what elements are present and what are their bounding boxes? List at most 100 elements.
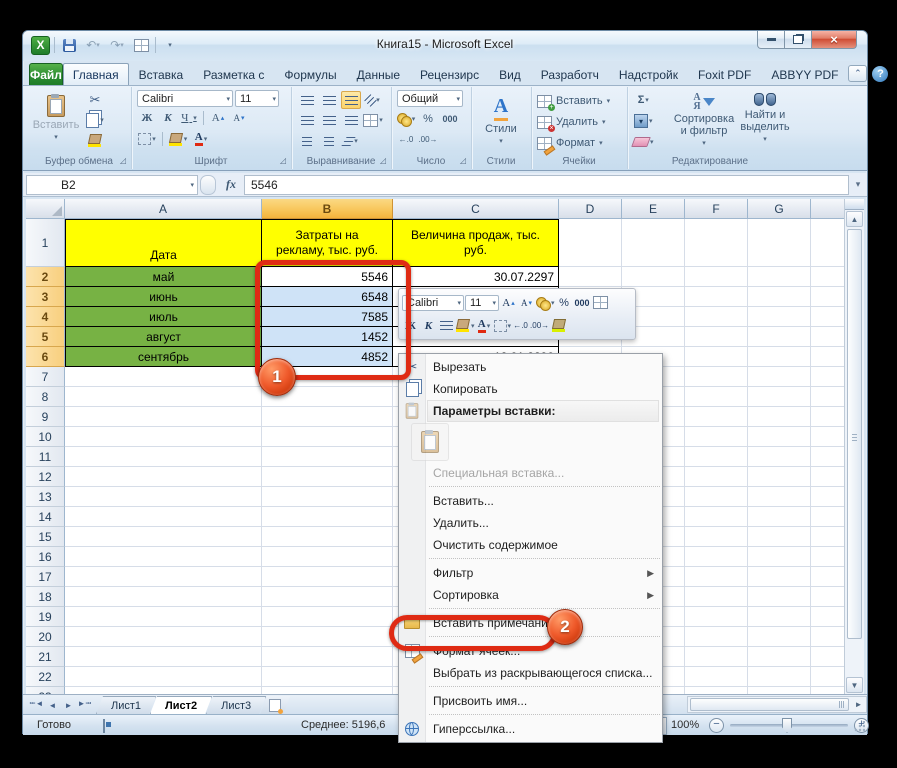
fill-color-button[interactable]: ▾ — [168, 130, 188, 148]
comma-style-button[interactable]: 000 — [440, 110, 460, 128]
cell[interactable] — [748, 427, 811, 447]
cell[interactable] — [811, 327, 846, 347]
cell[interactable] — [811, 527, 846, 547]
macro-record-button[interactable] — [103, 720, 105, 732]
cell[interactable] — [811, 487, 846, 507]
tab-file[interactable]: Файл — [29, 63, 63, 85]
restore-button[interactable] — [785, 31, 812, 49]
cell-A2[interactable]: май — [65, 267, 262, 287]
merge-center-button[interactable]: ▾ — [363, 111, 383, 129]
cell[interactable] — [811, 587, 846, 607]
column-header-E[interactable]: E — [622, 199, 685, 219]
tab-данные[interactable]: Данные — [347, 63, 410, 85]
cell-A4[interactable]: июль — [65, 307, 262, 327]
cell[interactable] — [811, 687, 846, 694]
cell[interactable] — [748, 307, 811, 327]
cell[interactable] — [748, 447, 811, 467]
cell[interactable] — [748, 667, 811, 687]
insert-cells-button[interactable]: Вставить▾ — [537, 92, 627, 110]
cell[interactable] — [685, 467, 748, 487]
row-header-10[interactable]: 10 — [26, 427, 65, 447]
mini-borders-button[interactable]: ▾ — [494, 317, 512, 334]
cell[interactable] — [748, 327, 811, 347]
cell[interactable] — [811, 287, 846, 307]
tab-рецензирс[interactable]: Рецензирс — [410, 63, 489, 85]
format-painter-button[interactable] — [85, 131, 105, 149]
cell[interactable] — [748, 347, 811, 367]
row-header-20[interactable]: 20 — [26, 627, 65, 647]
column-header-F[interactable]: F — [685, 199, 748, 219]
align-middle-button[interactable] — [319, 91, 339, 109]
cell[interactable] — [748, 407, 811, 427]
help-icon[interactable]: ? — [872, 66, 888, 82]
bold-button[interactable]: Ж — [137, 109, 157, 127]
next-sheet-button[interactable]: ► — [61, 698, 76, 712]
column-header-G[interactable]: G — [748, 199, 811, 219]
cell[interactable] — [748, 647, 811, 667]
cell[interactable] — [685, 367, 748, 387]
tab-формулы[interactable]: Формулы — [274, 63, 346, 85]
cell[interactable] — [811, 427, 846, 447]
cell[interactable] — [685, 527, 748, 547]
align-center-button[interactable] — [319, 111, 339, 129]
mini-format-painter-button[interactable] — [550, 317, 567, 334]
cell[interactable] — [811, 407, 846, 427]
cell[interactable] — [685, 567, 748, 587]
paste-button[interactable]: Вставить ▾ — [33, 91, 79, 153]
cell[interactable] — [811, 347, 846, 367]
zoom-handle[interactable] — [782, 718, 792, 733]
cell[interactable] — [685, 487, 748, 507]
row-header-15[interactable]: 15 — [26, 527, 65, 547]
zoom-level[interactable]: 100% — [671, 719, 699, 731]
cell[interactable] — [685, 407, 748, 427]
cell-A6[interactable]: сентябрь — [65, 347, 262, 367]
number-format-combo[interactable]: Общий▾ — [397, 90, 463, 107]
expand-formula-bar-icon[interactable]: ▾ — [849, 179, 867, 190]
cell[interactable] — [65, 647, 262, 667]
increase-indent-button[interactable] — [319, 132, 339, 150]
cell-styles-button[interactable]: А Стили ▾ — [479, 91, 523, 153]
context-menu-item-sort[interactable]: Сортировка▶ — [399, 584, 662, 606]
formula-bar-splitter[interactable] — [200, 175, 216, 195]
first-sheet-button[interactable]: ⭰◄ — [29, 698, 44, 712]
mini-shrink-font-button[interactable]: А▾ — [518, 294, 535, 311]
cell[interactable] — [685, 627, 748, 647]
horizontal-scrollbar[interactable]: ► — [687, 696, 867, 713]
row-header-6[interactable]: 6 — [26, 347, 65, 367]
cell[interactable] — [748, 607, 811, 627]
cell[interactable] — [65, 667, 262, 687]
row-header-16[interactable]: 16 — [26, 547, 65, 567]
cell[interactable] — [262, 567, 393, 587]
cell[interactable] — [65, 607, 262, 627]
row-header-11[interactable]: 11 — [26, 447, 65, 467]
cell[interactable] — [685, 287, 748, 307]
cell[interactable] — [622, 267, 685, 287]
mini-increase-decimal-button[interactable]: ←.0 — [512, 317, 529, 334]
cell[interactable] — [685, 447, 748, 467]
cell[interactable] — [811, 607, 846, 627]
cell[interactable] — [65, 447, 262, 467]
cell[interactable] — [748, 567, 811, 587]
collapse-ribbon-icon[interactable]: ⌃ — [848, 65, 867, 82]
context-menu-item-filter[interactable]: Фильтр▶ — [399, 562, 662, 584]
scrollbar-thumb[interactable] — [847, 229, 862, 639]
context-menu-item-copy[interactable]: Копировать — [399, 378, 662, 400]
cell[interactable] — [262, 467, 393, 487]
cell[interactable] — [748, 267, 811, 287]
percent-style-button[interactable]: % — [418, 110, 438, 128]
shrink-font-button[interactable]: А▾ — [229, 109, 249, 127]
cell[interactable] — [685, 507, 748, 527]
cell[interactable] — [748, 287, 811, 307]
cell[interactable] — [748, 219, 811, 267]
tab-вставка[interactable]: Вставка — [129, 63, 194, 85]
mini-font-name-combo[interactable]: Calibri▾ — [402, 295, 464, 311]
mini-font-color-button[interactable]: А▾ — [476, 317, 493, 334]
cell[interactable] — [685, 607, 748, 627]
decrease-decimal-button[interactable]: .00→ — [418, 130, 438, 148]
cell[interactable] — [262, 647, 393, 667]
cell[interactable] — [65, 487, 262, 507]
row-header-23[interactable]: 23 — [26, 687, 65, 694]
row-header-9[interactable]: 9 — [26, 407, 65, 427]
cell[interactable] — [685, 327, 748, 347]
name-box[interactable]: B2▾ — [26, 175, 198, 195]
